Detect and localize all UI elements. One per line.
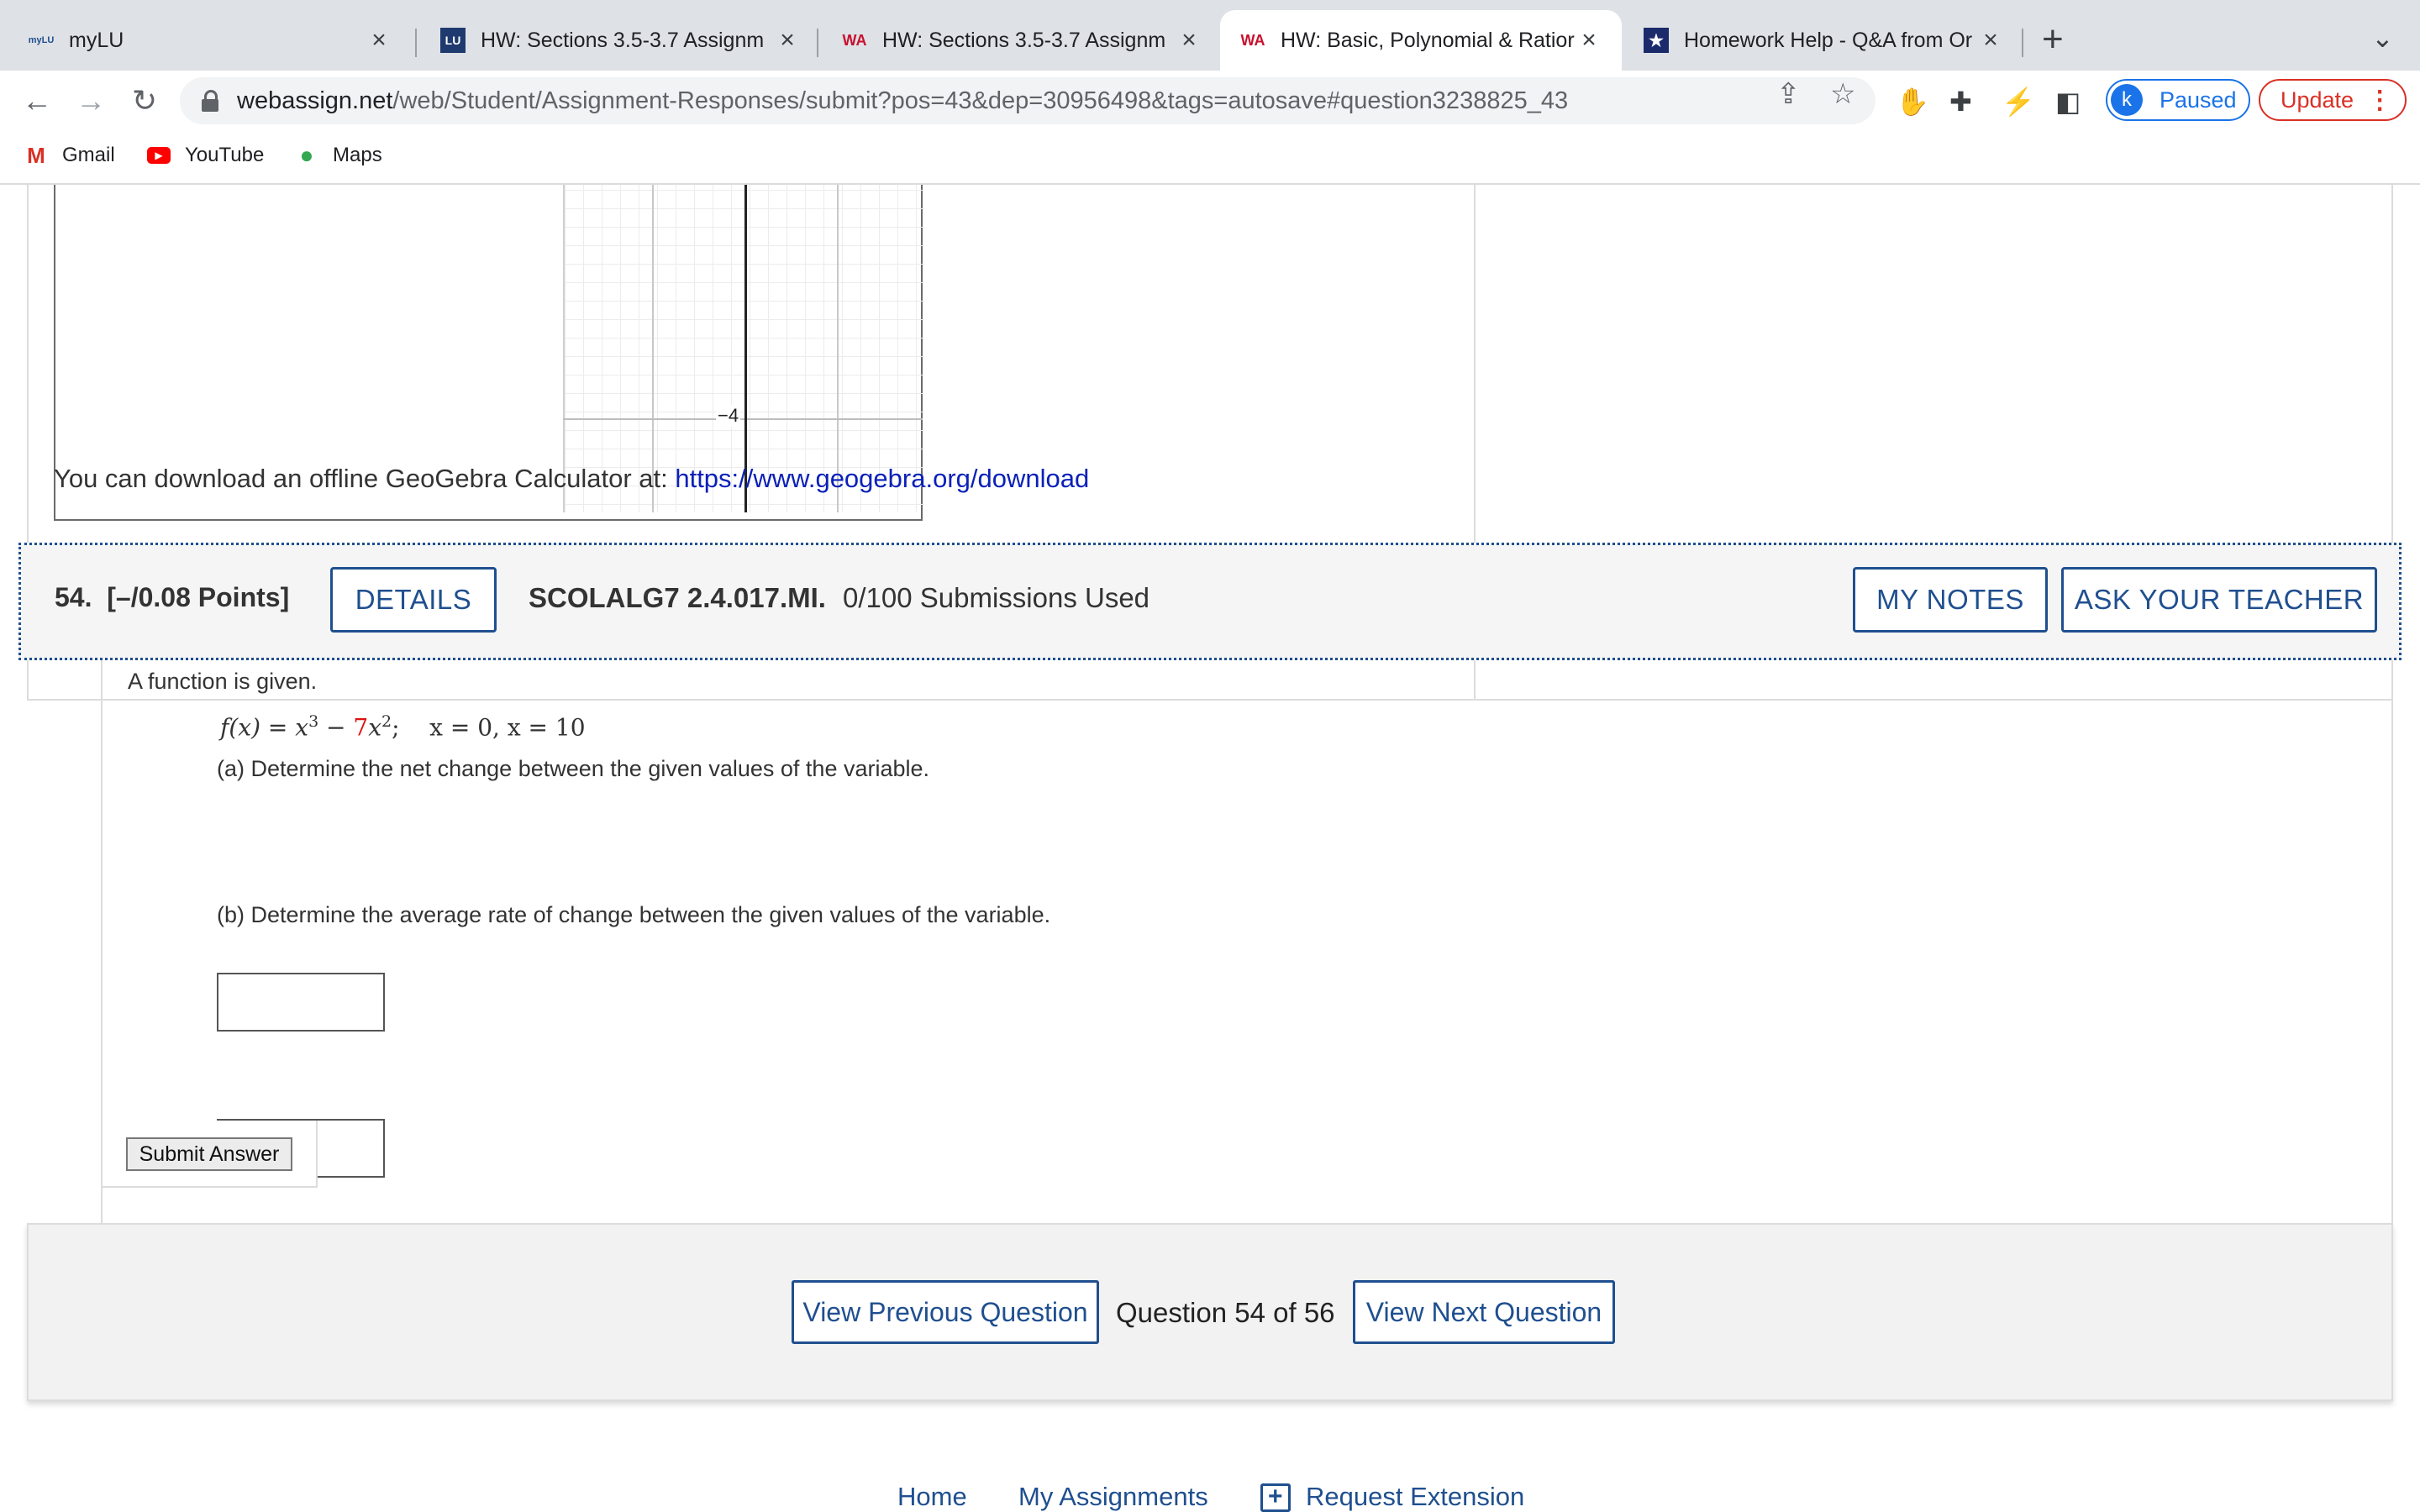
tab-hw-sections-1[interactable]: LU HW: Sections 3.5-3.7 Assignm × (420, 10, 820, 71)
update-button[interactable]: Update ⋮ (2259, 79, 2407, 121)
close-icon[interactable]: × (1978, 26, 2003, 55)
part-a-prompt: (a) Determine the net change between the… (217, 756, 930, 781)
url-path: /web/Student/Assignment-Responses/submit… (392, 87, 1569, 114)
maps-pin-icon: ● (299, 142, 314, 168)
tab-hw-sections-2[interactable]: WA HW: Sections 3.5-3.7 Assignm × (822, 10, 1222, 71)
mylu-icon: myLU (28, 35, 55, 45)
footer-home-link[interactable]: Home (897, 1482, 967, 1512)
bookmark-youtube[interactable]: ▶ YouTube (146, 143, 264, 168)
extensions-puzzle-icon[interactable]: ✚ (1949, 86, 1972, 118)
profile-status: Paused (2160, 87, 2237, 113)
read-it-button[interactable]: Read It (318, 1226, 457, 1260)
lock-icon (202, 90, 218, 112)
bookmark-label: Maps (333, 144, 382, 166)
question-index: 54. (55, 582, 92, 612)
my-notes-button[interactable]: MY NOTES (1853, 567, 2048, 633)
question-points: [–/0.08 Points] (107, 582, 290, 612)
tab-title: HW: Basic, Polynomial & Ratior (1281, 28, 1575, 52)
close-icon[interactable]: × (1176, 26, 1202, 55)
forward-arrow-icon[interactable]: → (69, 79, 113, 123)
back-arrow-icon[interactable]: ← (15, 79, 59, 123)
tab-separator (2022, 29, 2023, 57)
page-content: −4 You can download an offline GeoGebra … (0, 185, 2420, 1512)
kebab-menu-icon: ⋮ (2367, 86, 2393, 114)
youtube-icon: ▶ (146, 143, 171, 168)
ask-your-teacher-button[interactable]: ASK YOUR TEACHER (2061, 567, 2377, 633)
close-icon[interactable]: × (775, 26, 800, 55)
star-icon: ★ (1644, 28, 1669, 53)
avatar: k (2111, 84, 2143, 116)
webassign-icon: WA (1240, 31, 1265, 49)
bookmark-label: Gmail (62, 144, 115, 166)
address-bar[interactable]: webassign.net/web/Student/Assignment-Res… (180, 77, 1876, 124)
gmail-icon: M (27, 142, 45, 168)
tab-homework-help[interactable]: ★ Homework Help - Q&A from Or × (1623, 10, 2023, 71)
profile-button[interactable]: k Paused (2106, 79, 2250, 121)
question-header: 54. [–/0.08 Points] DETAILS SCOLALG7 2.4… (18, 543, 2402, 660)
bookmark-label: YouTube (185, 144, 265, 166)
download-text: You can download an offline GeoGebra Cal… (54, 464, 676, 493)
bookmark-gmail[interactable]: M Gmail (24, 143, 115, 168)
lu-icon: LU (440, 28, 466, 53)
tab-title: myLU (69, 28, 124, 52)
question-number: 54. [–/0.08 Points] (55, 582, 289, 613)
need-help-label: Need Help? (143, 1225, 301, 1257)
reload-icon[interactable]: ↻ (123, 79, 166, 123)
tab-title: HW: Sections 3.5-3.7 Assignm (882, 28, 1166, 52)
bookmarks-bar: M Gmail ▶ YouTube ● Maps (0, 131, 2420, 185)
tab-hw-basic-polynomial[interactable]: WA HW: Basic, Polynomial & Ratior × (1220, 10, 1622, 71)
update-label: Update (2281, 87, 2354, 113)
part-a-answer-input[interactable] (217, 973, 385, 1032)
submissions-used: 0/100 Submissions Used (843, 582, 1150, 613)
performance-icon[interactable]: ⚡ (2002, 86, 2035, 118)
footer-request-extension-link[interactable]: Request Extension (1306, 1482, 1524, 1512)
formula-coefficient: 7 (353, 713, 369, 742)
question-body: A function is given. f(x) = x3 − 7x2; x … (101, 660, 2393, 1307)
webassign-icon: WA (842, 31, 867, 49)
geogebra-download-text: You can download an offline GeoGebra Cal… (54, 464, 1089, 494)
details-button[interactable]: DETAILS (330, 567, 497, 633)
formula-lhs: f(x) = x (220, 713, 309, 742)
tab-title: Homework Help - Q&A from Or (1684, 28, 1973, 52)
tab-strip: myLU myLU × LU HW: Sections 3.5-3.7 Assi… (0, 0, 2420, 71)
view-next-question-button[interactable]: View Next Question (1353, 1280, 1615, 1344)
extension-hand-icon[interactable]: ✋ (1896, 86, 1929, 118)
formula-domain: ; x = 0, x = 10 (392, 713, 586, 742)
close-icon[interactable]: × (366, 26, 392, 55)
geogebra-download-link[interactable]: https://www.geogebra.org/download (675, 464, 1089, 493)
browser-toolbar: ← → ↻ webassign.net/web/Student/Assignme… (0, 71, 2420, 131)
share-icon[interactable]: ⇪ (1776, 77, 1801, 111)
question-intro: A function is given. (128, 669, 318, 694)
tab-separator (415, 29, 417, 57)
formula-operator: − (318, 713, 354, 742)
url-text: webassign.net/web/Student/Assignment-Res… (237, 87, 1568, 115)
tab-separator (817, 29, 818, 57)
part-b-prompt: (b) Determine the average rate of change… (217, 902, 1051, 927)
bookmark-maps[interactable]: ● Maps (294, 142, 382, 168)
question-code: SCOLALG7 2.4.017.MI. (529, 582, 826, 613)
bookmark-star-icon[interactable]: ☆ (1830, 77, 1855, 111)
side-panel-icon[interactable]: ◧ (2055, 86, 2081, 118)
tab-mylu[interactable]: myLU myLU × (8, 10, 412, 71)
chevron-down-icon[interactable]: ⌄ (2371, 22, 2394, 54)
url-domain: webassign.net (237, 87, 393, 114)
new-tab-button[interactable]: + (2042, 18, 2064, 60)
footer-my-assignments-link[interactable]: My Assignments (1018, 1482, 1208, 1512)
watch-it-button[interactable]: Watch It (464, 1226, 603, 1260)
submit-answer-button[interactable]: Submit Answer (126, 1137, 292, 1171)
master-it-button[interactable]: Master It (612, 1226, 751, 1260)
function-formula: f(x) = x3 − 7x2; x = 0, x = 10 (220, 712, 586, 741)
formula-variable: x (368, 713, 382, 742)
graph-gridline (563, 418, 923, 420)
formula-exponent: 2 (381, 712, 392, 731)
graph-tick-label: −4 (716, 405, 741, 427)
view-previous-question-button[interactable]: View Previous Question (792, 1280, 1099, 1344)
close-icon[interactable]: × (1576, 26, 1602, 55)
formula-exponent: 3 (308, 712, 319, 731)
tab-title: HW: Sections 3.5-3.7 Assignm (481, 28, 765, 52)
